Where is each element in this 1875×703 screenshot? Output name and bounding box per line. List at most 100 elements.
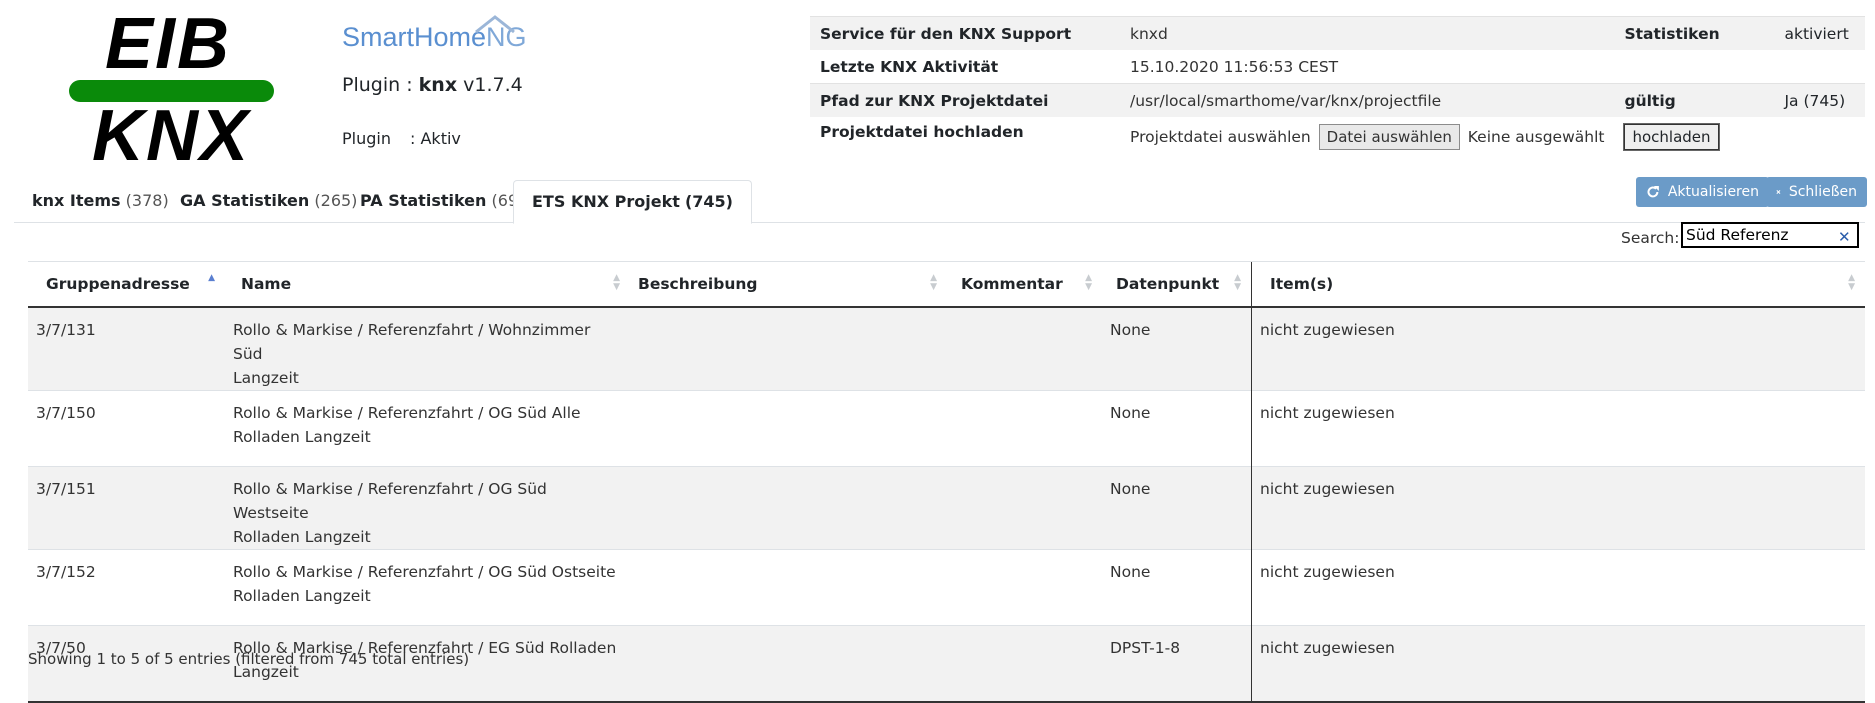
- tab-label: ETS KNX Projekt: [532, 192, 680, 211]
- table-row[interactable]: 3/7/150 Rollo & Markise / Referenzfahrt …: [28, 390, 1865, 467]
- name-line-2: Langzeit: [233, 369, 299, 387]
- tab-label: GA Statistiken: [180, 191, 310, 210]
- tab-ets-knx-project[interactable]: ETS KNX Projekt (745): [513, 180, 752, 224]
- upload-label: Projektdatei hochladen: [820, 123, 1024, 141]
- cell-datapoint: DPST-1-8: [1102, 625, 1252, 703]
- knx-logo-text: KNX: [92, 96, 251, 176]
- statistics-value: aktiviert: [1774, 16, 1865, 50]
- cell-datapoint: None: [1102, 549, 1252, 626]
- cell-description: [630, 625, 947, 703]
- header-group-address[interactable]: Gruppenadresse ▲: [28, 261, 225, 308]
- refresh-label: Aktualisieren: [1667, 184, 1759, 200]
- service-value: knxd: [1120, 16, 1615, 50]
- name-line-2: Rolladen Langzeit: [233, 587, 371, 605]
- cell-group-address: 3/7/131: [28, 306, 225, 391]
- choose-file-button[interactable]: Datei auswählen: [1318, 123, 1460, 150]
- sort-icon: ▲ ▼: [930, 273, 937, 292]
- name-line-1: Rollo & Markise / Referenzfahrt / OG Süd…: [233, 563, 616, 581]
- sort-icon: ▲ ▼: [613, 273, 620, 292]
- close-icon: [1776, 190, 1781, 194]
- plugin-title-label: Plugin :: [342, 74, 413, 96]
- no-file-selected-text: Keine ausgewählt: [1467, 127, 1605, 146]
- cell-comment: [947, 625, 1102, 703]
- project-path-value: /usr/local/smarthome/var/knx/projectfile: [1120, 83, 1615, 117]
- plugin-name: knx: [418, 74, 458, 96]
- close-button[interactable]: Schließen: [1766, 177, 1867, 207]
- header-name[interactable]: Name ▲ ▼: [225, 261, 630, 308]
- last-activity-label: Letzte KNX Aktivität: [820, 57, 999, 76]
- valid-label: gültig: [1614, 83, 1775, 117]
- name-line-2: Rolladen Langzeit: [233, 428, 371, 446]
- info-row-service: Service für den KNX Support knxd Statist…: [810, 16, 1865, 50]
- header-label: Name: [241, 275, 292, 293]
- plugin-status-label: Plugin: [342, 129, 391, 148]
- sort-icon: ▲ ▼: [1848, 273, 1855, 292]
- cell-items: nicht zugewiesen: [1251, 549, 1865, 626]
- choose-file-text: Projektdatei auswählen: [1130, 127, 1311, 146]
- plugin-version: v1.7.4: [463, 74, 523, 96]
- cell-name: Rollo & Markise / Referenzfahrt / OG Süd…: [225, 466, 630, 550]
- table-row[interactable]: 3/7/151 Rollo & Markise / Referenzfahrt …: [28, 466, 1865, 550]
- sort-icon: ▲ ▼: [1234, 273, 1241, 292]
- cell-datapoint: None: [1102, 306, 1252, 391]
- cell-items: nicht zugewiesen: [1251, 390, 1865, 467]
- eib-logo-text: EIB: [105, 4, 232, 84]
- cell-name: Rollo & Markise / Referenzfahrt / OG Süd…: [225, 390, 630, 467]
- cell-group-address: 3/7/151: [28, 466, 225, 550]
- cell-comment: [947, 390, 1102, 467]
- sort-ascending-icon: ▲: [208, 273, 215, 283]
- info-row-activity: Letzte KNX Aktivität 15.10.2020 11:56:53…: [810, 50, 1865, 84]
- tab-knx-items[interactable]: knx Items (378): [14, 180, 187, 222]
- tab-bar: knx Items (378) GA Statistiken (265) PA …: [14, 180, 1865, 224]
- search-input[interactable]: [1681, 222, 1859, 248]
- header-label: Datenpunkt: [1116, 275, 1220, 293]
- cell-description: [630, 466, 947, 550]
- cell-name: Rollo & Markise / Referenzfahrt / Wohnzi…: [225, 306, 630, 391]
- cell-items: nicht zugewiesen: [1251, 466, 1865, 550]
- cell-datapoint: None: [1102, 390, 1252, 467]
- table-row[interactable]: 3/7/131 Rollo & Markise / Referenzfahrt …: [28, 306, 1865, 391]
- house-roof-icon: [475, 15, 515, 34]
- plugin-status-value: : Aktiv: [410, 129, 461, 148]
- header-items[interactable]: Item(s) ▲ ▼: [1251, 261, 1865, 308]
- cell-description: [630, 549, 947, 626]
- cell-comment: [947, 306, 1102, 391]
- info-row-upload: Projektdatei hochladen Projektdatei ausw…: [810, 117, 1865, 156]
- cell-datapoint: None: [1102, 466, 1252, 550]
- name-line-1: Rollo & Markise / Referenzfahrt / OG Süd…: [233, 404, 581, 422]
- ets-project-table: Gruppenadresse ▲ Name ▲ ▼ Beschreibung ▲ ▼ Ko…: [28, 261, 1865, 703]
- table-header-row: Gruppenadresse ▲ Name ▲ ▼ Beschreibung ▲ ▼ Ko…: [28, 261, 1865, 308]
- clear-search-icon[interactable]: ✕: [1838, 228, 1851, 246]
- close-label: Schließen: [1788, 184, 1857, 200]
- refresh-icon: [1647, 186, 1659, 198]
- name-line-2: Rolladen Langzeit: [233, 528, 371, 546]
- smarthomeng-logo-smart: SmartHome: [342, 22, 487, 52]
- last-activity-value: 15.10.2020 11:56:53 CEST: [1130, 57, 1339, 76]
- cell-comment: [947, 549, 1102, 626]
- cell-name: Rollo & Markise / Referenzfahrt / OG Süd…: [225, 549, 630, 626]
- statistics-label: Statistiken: [1614, 16, 1775, 50]
- name-line-1: Rollo & Markise / Referenzfahrt / OG Süd…: [233, 480, 547, 522]
- header-datapoint[interactable]: Datenpunkt ▲ ▼: [1102, 261, 1252, 308]
- cell-group-address: 3/7/152: [28, 549, 225, 626]
- plugin-title: Plugin : knx v1.7.4: [342, 74, 523, 96]
- cell-description: [630, 390, 947, 467]
- cell-comment: [947, 466, 1102, 550]
- upload-button[interactable]: hochladen: [1623, 122, 1720, 151]
- header-label: Beschreibung: [638, 275, 758, 293]
- project-path-label: Pfad zur KNX Projektdatei: [810, 83, 1120, 117]
- cell-items: nicht zugewiesen: [1251, 625, 1865, 703]
- valid-value: Ja (745): [1774, 83, 1865, 117]
- tab-count: (745): [684, 192, 733, 211]
- refresh-button[interactable]: Aktualisieren: [1636, 177, 1769, 207]
- header-description[interactable]: Beschreibung ▲ ▼: [630, 261, 947, 308]
- tab-label: PA Statistiken: [360, 191, 487, 210]
- cell-description: [630, 306, 947, 391]
- table-row[interactable]: 3/7/152 Rollo & Markise / Referenzfahrt …: [28, 549, 1865, 626]
- header-label: Kommentar: [961, 275, 1063, 293]
- info-row-projectfile: Pfad zur KNX Projektdatei /usr/local/sma…: [810, 83, 1865, 117]
- plugin-info-table: Service für den KNX Support knxd Statist…: [810, 16, 1865, 156]
- header-comment[interactable]: Kommentar ▲ ▼: [947, 261, 1102, 308]
- service-label: Service für den KNX Support: [810, 16, 1120, 50]
- header-label: Item(s): [1270, 275, 1334, 293]
